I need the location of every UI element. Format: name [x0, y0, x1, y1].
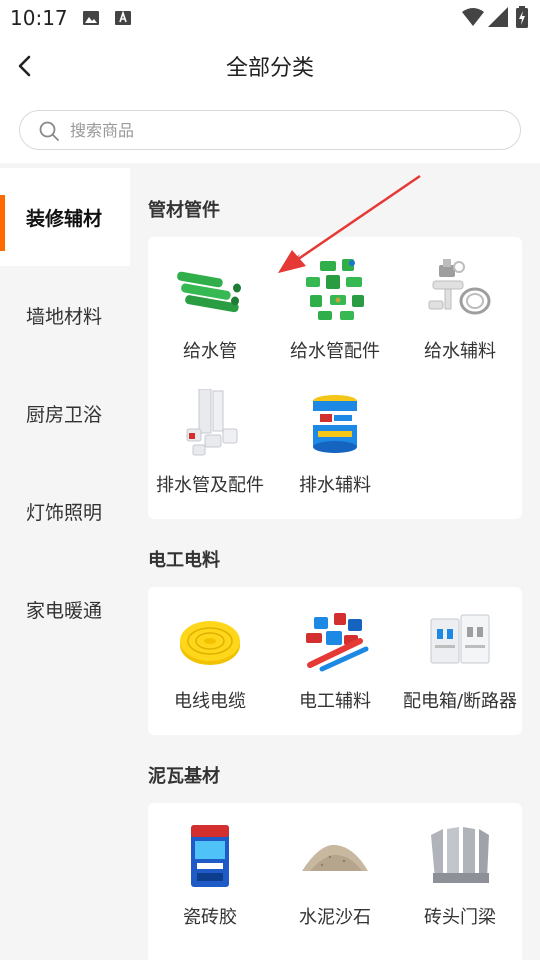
battery-icon: [516, 6, 528, 28]
section-title-masonry: 泥瓦基材: [148, 766, 220, 787]
sidebar-item-label: 灯饰照明: [26, 501, 103, 524]
green-fittings-icon: [306, 259, 364, 320]
section-card-masonry: 瓷砖胶 水泥沙石 砖头门梁: [148, 803, 522, 960]
wifi-icon: [462, 8, 484, 26]
search-icon: [39, 121, 59, 141]
sidebar-item-label: 装修辅材: [26, 207, 103, 230]
sidebar-item-decoration-materials[interactable]: 装修辅材: [0, 168, 130, 266]
page-title: 全部分类: [225, 56, 314, 81]
signal-icon: [488, 7, 508, 27]
conduit-fittings-icon: [306, 613, 369, 672]
section-card-electrical: 电线电缆 电工辅料 配电箱/断路器: [148, 587, 522, 735]
category-item-electrical-accessories[interactable]: 电工辅料: [273, 587, 397, 717]
category-label: 砖头门梁: [424, 907, 496, 928]
sidebar-item-lighting[interactable]: 灯饰照明: [0, 462, 130, 560]
sidebar-item-label: 墙地材料: [26, 305, 103, 328]
content-area: 装修辅材 墙地材料 厨房卫浴 灯饰照明 家电暖通 管材管件 给水管 给水管配件 …: [0, 163, 540, 960]
status-bar: 10:17: [0, 0, 540, 36]
category-main: 管材管件 给水管 给水管配件 给水辅料 排水管及配件 排水辅料 电工电料 电线电…: [130, 163, 540, 960]
green-pipes-icon: [177, 271, 241, 313]
wire-coil-icon: [180, 621, 240, 665]
faucet-hose-icon: [428, 259, 491, 315]
category-label: 电线电缆: [174, 691, 246, 712]
category-item-wires-cables[interactable]: 电线电缆: [148, 587, 272, 717]
search-input[interactable]: [70, 111, 510, 149]
category-item-drainage-accessories[interactable]: 排水辅料: [273, 371, 397, 501]
sand-pile-icon: [302, 844, 368, 871]
category-item-bricks-lintels[interactable]: 砖头门梁: [398, 803, 522, 933]
sidebar-item-kitchen-bath[interactable]: 厨房卫浴: [0, 364, 130, 462]
bricks-icon: [431, 827, 489, 883]
category-label: 排水辅料: [299, 475, 371, 496]
category-item-cement-sand[interactable]: 水泥沙石: [273, 803, 397, 933]
category-item-tile-adhesive[interactable]: 瓷砖胶: [148, 803, 272, 933]
image-notification-icon: [83, 11, 99, 25]
breaker-icon: [430, 614, 490, 664]
sidebar-item-label: 厨房卫浴: [26, 403, 103, 426]
status-time: 10:17: [10, 6, 68, 30]
category-label: 电工辅料: [299, 691, 371, 712]
category-label: 给水管配件: [290, 341, 380, 362]
category-label: 给水辅料: [424, 341, 496, 362]
glue-can-icon: [313, 395, 357, 453]
text-notification-icon: [115, 10, 131, 25]
nav-bar: 全部分类: [0, 36, 540, 96]
active-indicator: [0, 195, 5, 251]
adhesive-bag-icon: [191, 825, 229, 887]
category-item-water-pipe-fittings[interactable]: 给水管配件: [273, 237, 397, 367]
category-label: 配电箱/断路器: [402, 691, 518, 712]
sidebar-item-appliances-hvac[interactable]: 家电暖通: [0, 560, 130, 658]
sidebar-item-label: 家电暖通: [26, 599, 103, 622]
category-item-water-supply-accessories[interactable]: 给水辅料: [398, 237, 522, 367]
search-box[interactable]: [19, 110, 521, 150]
category-label: 水泥沙石: [299, 907, 371, 928]
pvc-pipes-icon: [186, 389, 238, 456]
section-title-electrical: 电工电料: [148, 550, 220, 571]
section-card-pipes: 给水管 给水管配件 给水辅料 排水管及配件 排水辅料: [148, 237, 522, 519]
category-item-distribution-box-breaker[interactable]: 配电箱/断路器: [398, 587, 522, 717]
category-label: 瓷砖胶: [183, 907, 237, 928]
category-item-water-pipe[interactable]: 给水管: [148, 237, 272, 367]
category-sidebar: 装修辅材 墙地材料 厨房卫浴 灯饰照明 家电暖通: [0, 163, 130, 960]
category-item-drain-pipes-fittings[interactable]: 排水管及配件: [148, 371, 272, 501]
section-title-pipes: 管材管件: [148, 200, 220, 221]
category-label: 排水管及配件: [156, 475, 264, 496]
category-label: 给水管: [183, 341, 237, 362]
sidebar-item-wall-floor[interactable]: 墙地材料: [0, 266, 130, 364]
